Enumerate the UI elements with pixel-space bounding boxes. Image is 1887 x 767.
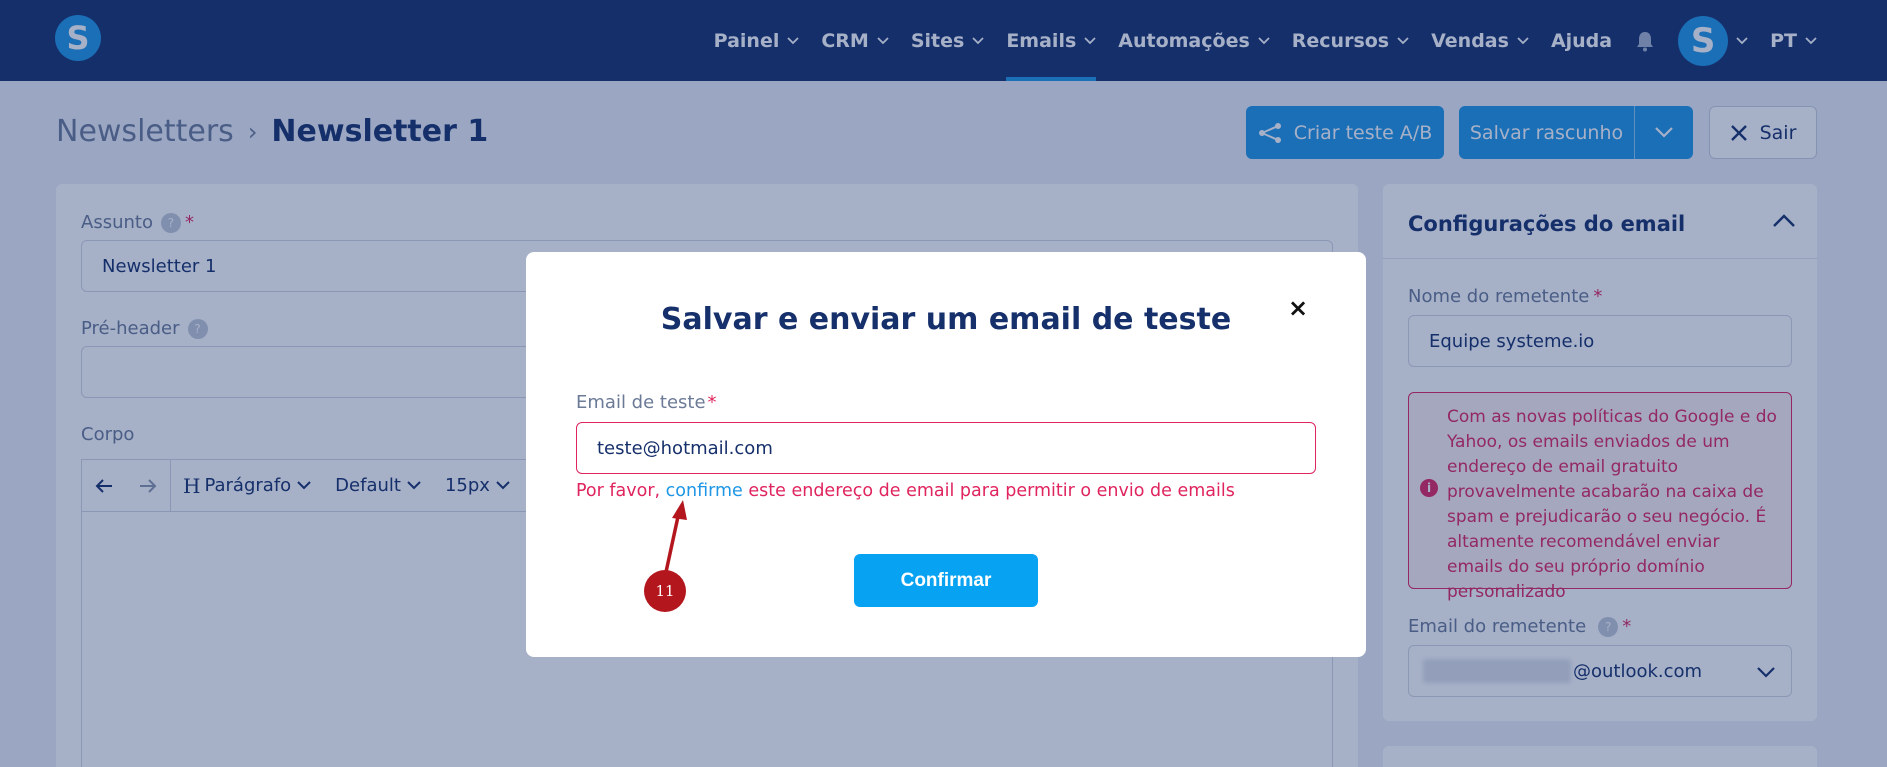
error-suffix: este endereço de email para permitir o e… <box>742 481 1235 501</box>
close-icon[interactable]: × <box>1286 296 1310 320</box>
confirm-button[interactable]: Confirmar <box>854 554 1038 607</box>
test-email-input[interactable]: teste@hotmail.com <box>576 422 1316 474</box>
validation-error: Por favor, confirme este endereço de ema… <box>576 481 1235 501</box>
error-prefix: Por favor, <box>576 481 666 501</box>
confirm-email-link[interactable]: confirme <box>666 481 743 501</box>
required-mark: * <box>707 392 717 413</box>
test-email-label: Email de teste * <box>576 392 717 413</box>
step-badge: 11 <box>644 570 686 612</box>
modal-title: Salvar e enviar um email de teste <box>660 302 1232 337</box>
test-email-label-text: Email de teste <box>576 392 706 413</box>
